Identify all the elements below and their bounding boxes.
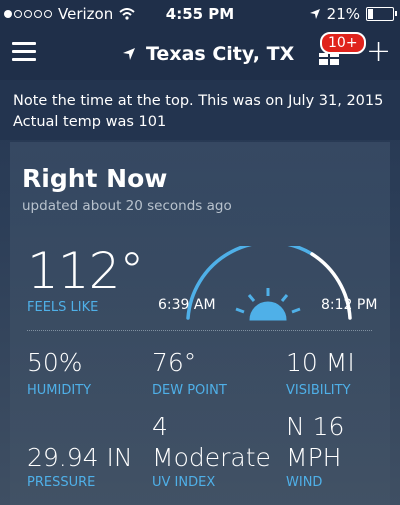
- sunset-time: 8:12 PM: [321, 297, 378, 313]
- status-right: 21%: [309, 5, 397, 23]
- uv-index-label: UV INDEX: [152, 475, 216, 490]
- pressure-value: 29.94 IN: [27, 443, 133, 472]
- location-name: Texas City, TX: [146, 43, 295, 65]
- sun-arc: [186, 246, 352, 321]
- dew-point-value: 76°: [152, 348, 197, 377]
- status-bar: Verizon 4:55 PM 21%: [0, 0, 400, 28]
- wind-unit: MPH: [286, 443, 342, 472]
- updated-text: updated about 20 seconds ago: [22, 198, 232, 214]
- wind-direction-speed: N 16: [286, 412, 345, 441]
- uv-index-value: Moderate: [152, 443, 271, 472]
- battery-icon: [366, 7, 397, 21]
- humidity-label: HUMIDITY: [27, 383, 92, 398]
- feels-like-label: FEELS LIKE: [27, 300, 99, 315]
- note-line-2: Actual temp was 101: [13, 114, 167, 130]
- visibility-label: VISIBILITY: [286, 383, 351, 398]
- note-line-1: Note the time at the top. This was on Ju…: [13, 93, 384, 109]
- section-divider: [27, 330, 372, 331]
- humidity-value: 50%: [27, 348, 83, 377]
- visibility-value: 10 MI: [286, 348, 355, 377]
- current-temperature: 112°: [27, 242, 144, 300]
- location-arrow-icon: [123, 48, 135, 60]
- right-now-card: Right Now updated about 20 seconds ago 1…: [10, 142, 390, 505]
- sun-icon: [235, 288, 301, 321]
- annotation-note: Note the time at the top. This was on Ju…: [0, 80, 400, 140]
- location-selector[interactable]: Texas City, TX: [122, 43, 294, 65]
- location-arrow-icon: [309, 9, 320, 19]
- pressure-label: PRESSURE: [27, 475, 96, 490]
- add-location-button[interactable]: +: [366, 37, 391, 67]
- battery-percent: 21%: [326, 5, 360, 23]
- card-title: Right Now: [22, 164, 168, 193]
- nav-bar: Texas City, TX 10+ +: [0, 28, 400, 80]
- wind-label: WIND: [286, 475, 323, 490]
- notification-badge: 10+: [320, 32, 366, 54]
- uv-index-number: 4: [152, 412, 168, 441]
- dew-point-label: DEW POINT: [152, 383, 227, 398]
- sunrise-time: 6:39 AM: [158, 297, 216, 313]
- menu-icon[interactable]: [12, 42, 36, 62]
